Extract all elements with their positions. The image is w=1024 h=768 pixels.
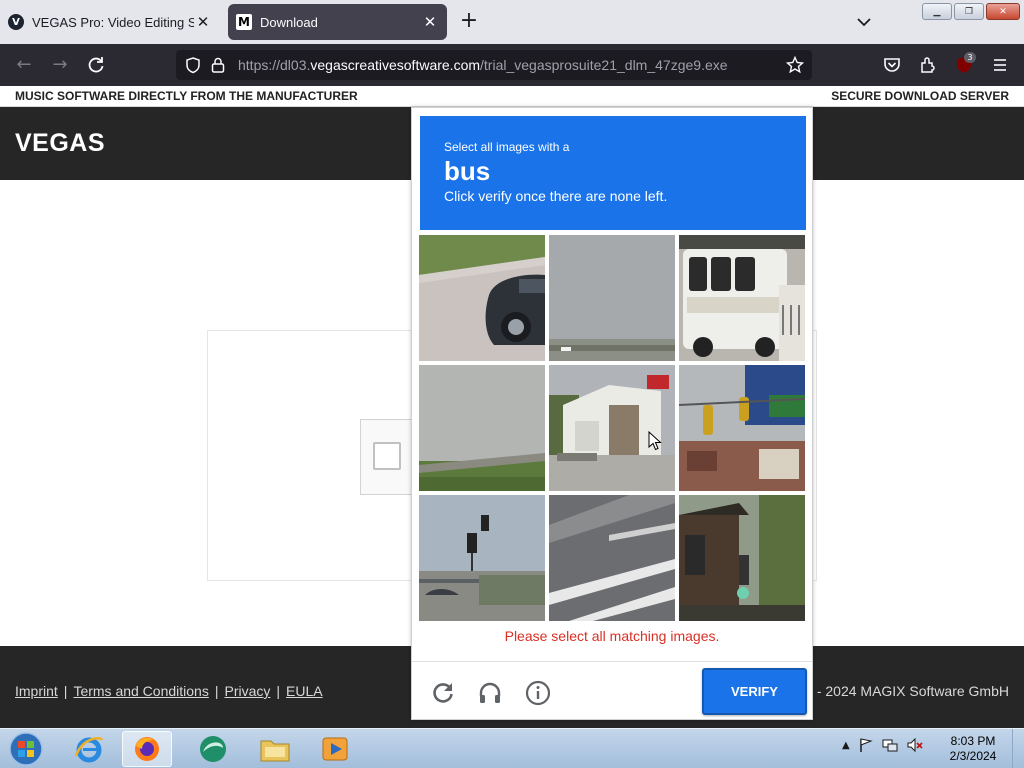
- vegas-favicon-icon: V: [8, 14, 24, 30]
- refresh-icon[interactable]: [430, 680, 456, 706]
- pocket-icon[interactable]: [882, 55, 902, 75]
- restore-icon[interactable]: ❐: [954, 3, 984, 20]
- taskbar-app-green[interactable]: [188, 731, 238, 767]
- taskbar: ▲ 8:03 PM 2/3/2024: [0, 728, 1024, 768]
- taskbar-clock[interactable]: 8:03 PM 2/3/2024: [940, 734, 1006, 764]
- close-tab-icon[interactable]: ✕: [194, 13, 212, 31]
- site-logo[interactable]: VEGAS: [15, 129, 105, 158]
- new-tab-icon[interactable]: +: [458, 10, 480, 32]
- minimize-icon[interactable]: ▁: [922, 3, 952, 20]
- back-icon[interactable]: ←: [14, 55, 34, 75]
- url-text: https://dl03.vegascreativesoftware.com/t…: [238, 57, 728, 73]
- chevron-down-icon[interactable]: [854, 12, 874, 32]
- tray-expand-icon[interactable]: ▲: [842, 740, 850, 751]
- challenge-error: Please select all matching images.: [504, 628, 720, 644]
- url-bar[interactable]: https://dl03.vegascreativesoftware.com/t…: [176, 50, 812, 80]
- star-icon[interactable]: [786, 56, 804, 74]
- mouse-cursor-icon: [648, 431, 662, 451]
- tab-vegas-pro[interactable]: V VEGAS Pro: Video Editing Softw ✕: [0, 4, 220, 40]
- system-tray: ▲: [842, 737, 924, 753]
- tab-title: Download: [260, 14, 318, 30]
- info-icon[interactable]: [525, 680, 551, 706]
- footer-link-eula[interactable]: EULA: [286, 683, 323, 699]
- tab-download[interactable]: M Download ✕: [228, 4, 447, 40]
- close-tab-icon[interactable]: ✕: [421, 13, 439, 31]
- topline-right: SECURE DOWNLOAD SERVER: [831, 89, 1009, 103]
- nav-bar: ← → https://dl03.vegascreativesoftware.c…: [0, 44, 1024, 86]
- reload-icon[interactable]: [86, 55, 106, 75]
- magix-favicon-icon: M: [236, 14, 252, 30]
- challenge-tile-field-horizon[interactable]: [419, 365, 545, 491]
- tab-title: VEGAS Pro: Video Editing Softw: [32, 14, 194, 30]
- challenge-target: bus: [444, 156, 491, 186]
- internet-explorer-icon: [74, 737, 104, 763]
- site-topline: MUSIC SOFTWARE DIRECTLY FROM THE MANUFAC…: [0, 86, 1024, 107]
- challenge-hint: Click verify once there are none left.: [444, 188, 668, 204]
- tab-strip: V VEGAS Pro: Video Editing Softw ✕ M Dow…: [0, 0, 1024, 44]
- taskbar-media[interactable]: [310, 731, 360, 767]
- media-player-icon: [322, 737, 348, 761]
- verify-button[interactable]: VERIFY: [702, 668, 807, 715]
- challenge-tile-traffic-light-street[interactable]: [419, 495, 545, 621]
- windows-start-icon[interactable]: [6, 731, 46, 767]
- challenge-tile-traffic-light-sign[interactable]: [679, 365, 805, 491]
- footer-separator: |: [63, 683, 68, 699]
- extensions-icon[interactable]: [918, 55, 938, 75]
- challenge-tile-white-house[interactable]: [549, 365, 675, 491]
- captcha-checkbox[interactable]: [373, 442, 401, 470]
- footer-link-imprint[interactable]: Imprint: [15, 683, 58, 699]
- footer-separator: |: [214, 683, 219, 699]
- taskbar-explorer[interactable]: [250, 731, 300, 767]
- taskbar-ie[interactable]: [64, 731, 114, 767]
- challenge-tile-crosswalk[interactable]: [549, 495, 675, 621]
- footer-link-terms[interactable]: Terms and Conditions: [73, 683, 208, 699]
- clock-date: 2/3/2024: [949, 749, 997, 763]
- network-icon[interactable]: [882, 737, 898, 753]
- challenge-footer: VERIFY: [412, 661, 812, 720]
- window-controls: ▁ ❐ ✕: [922, 3, 1020, 20]
- clock-time: 8:03 PM: [950, 734, 996, 748]
- challenge-tile-white-bus[interactable]: [679, 235, 805, 361]
- forward-icon[interactable]: →: [50, 55, 70, 75]
- headphones-icon[interactable]: [477, 680, 503, 706]
- app-swirl-icon: [200, 736, 226, 762]
- challenge-instruction: Select all images with a: [444, 140, 570, 154]
- challenge-tile-car-on-road[interactable]: [419, 235, 545, 361]
- challenge-header: Select all images with a bus Click verif…: [420, 116, 806, 230]
- close-window-icon[interactable]: ✕: [986, 3, 1020, 20]
- folder-icon: [260, 740, 290, 762]
- topline-left: MUSIC SOFTWARE DIRECTLY FROM THE MANUFAC…: [15, 89, 358, 103]
- firefox-icon: [135, 737, 159, 761]
- challenge-tile-traffic-light-trees[interactable]: [679, 495, 805, 621]
- taskbar-firefox[interactable]: [122, 731, 172, 767]
- flag-icon[interactable]: [858, 737, 874, 753]
- challenge-tile-sky-field[interactable]: [549, 235, 675, 361]
- lock-icon[interactable]: [210, 56, 226, 74]
- menu-icon[interactable]: [990, 55, 1010, 75]
- copyright-text: 3 - 2024 MAGIX Software GmbH: [805, 683, 1009, 699]
- footer-link-privacy[interactable]: Privacy: [224, 683, 270, 699]
- footer-links: Imprint | Terms and Conditions | Privacy…: [15, 683, 323, 699]
- volume-muted-icon[interactable]: [906, 737, 924, 753]
- shield-icon[interactable]: [184, 56, 202, 74]
- extension-badge: 3: [964, 52, 976, 63]
- image-challenge-popup: Select all images with a bus Click verif…: [411, 107, 813, 720]
- show-desktop-button[interactable]: [1012, 729, 1024, 768]
- footer-separator: |: [276, 683, 281, 699]
